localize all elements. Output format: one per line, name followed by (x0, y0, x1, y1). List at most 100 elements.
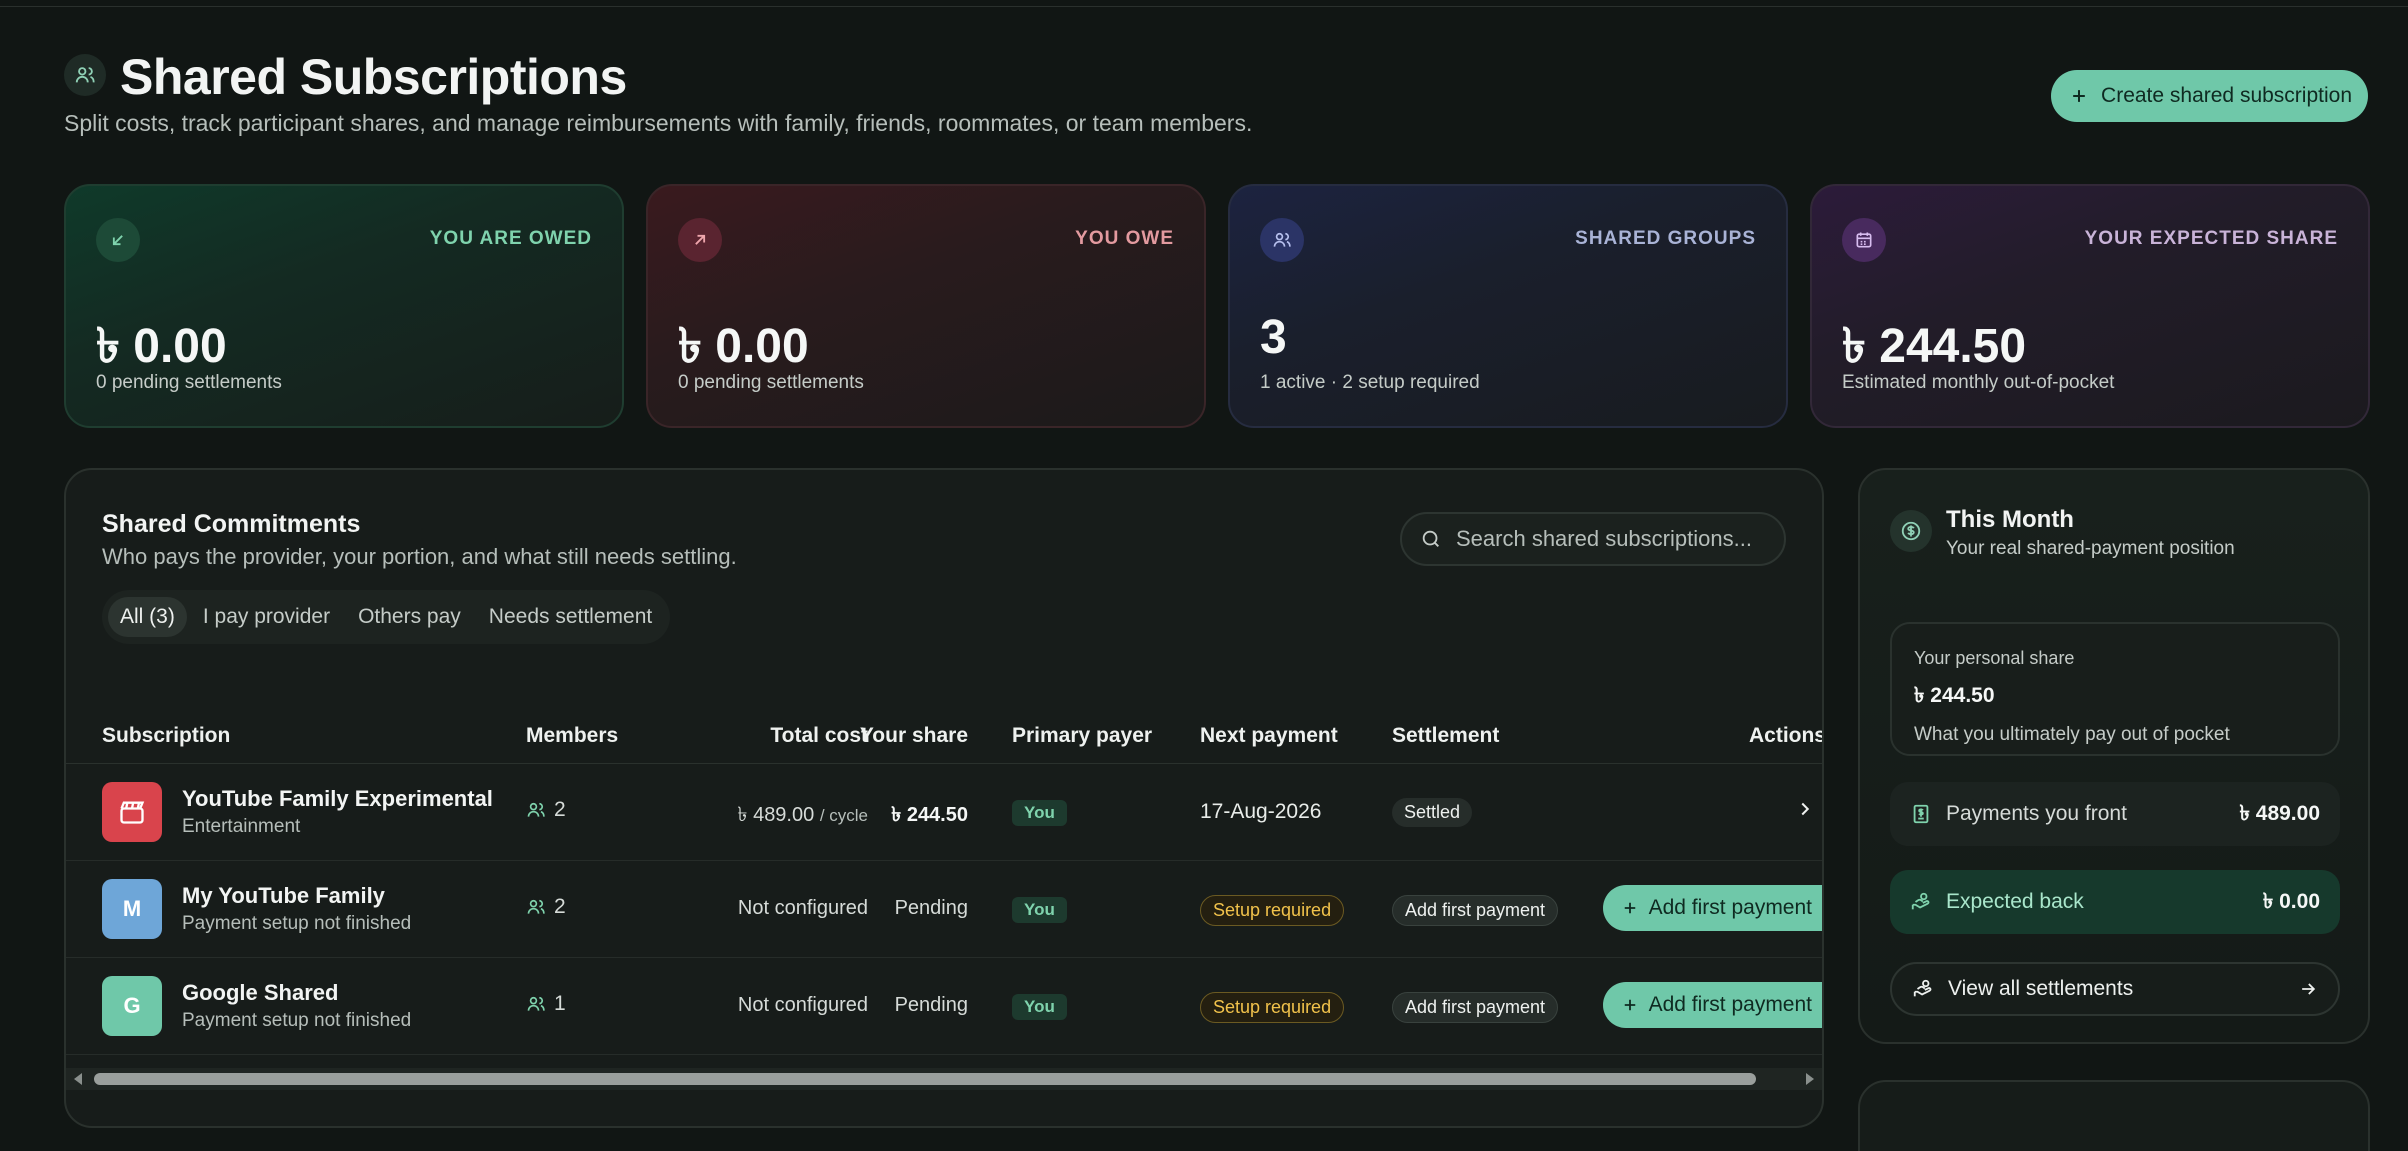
users-icon (527, 899, 545, 914)
page-subtitle: Split costs, track participant shares, a… (64, 110, 1253, 136)
stat-card-owed: YOU ARE OWED ৳ 0.00 0 pending settlement… (64, 184, 624, 428)
add-first-payment-button[interactable]: Add first payment (1602, 982, 1822, 1028)
scroll-left-arrow-icon[interactable] (74, 1073, 82, 1085)
chevron-right-icon[interactable] (1794, 798, 1816, 825)
add-first-payment-button[interactable]: Add first payment (1602, 885, 1822, 931)
subscription-name: My YouTube Family (182, 883, 385, 908)
calendar-icon (1842, 218, 1886, 262)
hand-coins-icon (1911, 892, 1930, 910)
arrow-right-icon (2302, 983, 2316, 995)
stat-label: YOU OWE (1075, 228, 1174, 249)
hand-coins-icon (1913, 979, 1932, 997)
horizontal-scrollbar[interactable] (66, 1068, 1822, 1090)
secondary-side-panel (1858, 1080, 2370, 1151)
plus-icon (2073, 90, 2085, 102)
side-panel-subtitle: Your real shared-payment position (1946, 538, 2235, 559)
commitments-table: Subscription Members Total cost Your sha… (66, 708, 1822, 1055)
personal-share-label: Your personal share (1914, 648, 2075, 668)
settlement-status-badge: Add first payment (1392, 895, 1559, 926)
column-members: Members (526, 724, 619, 747)
filter-all[interactable]: All (3) (108, 597, 187, 637)
plus-icon (1624, 999, 1635, 1011)
stat-card-expected-share: YOUR EXPECTED SHARE ৳ 244.50 Estimated m… (1810, 184, 2370, 428)
stat-value: 3 (1260, 311, 1287, 364)
stat-subtext: 0 pending settlements (678, 372, 864, 393)
view-all-label: View all settlements (1948, 977, 2134, 1000)
personal-share-note: What you ultimately pay out of pocket (1914, 724, 2230, 745)
plus-icon (1624, 902, 1635, 914)
subscription-avatar: M (102, 879, 162, 939)
total-cost: Not configured (737, 897, 868, 919)
arrow-down-left-icon (96, 218, 140, 262)
filter-i-pay-provider[interactable]: I pay provider (191, 597, 342, 637)
members-count: 2 (526, 798, 566, 822)
next-payment-date: 17-Aug-2026 (1200, 800, 1322, 823)
settlement-status-badge: Settled (1392, 798, 1473, 827)
scrollbar-thumb[interactable] (94, 1073, 1756, 1085)
primary-payer-badge: You (1012, 897, 1067, 923)
members-value: 2 (554, 895, 566, 918)
add-first-payment-label: Add first payment (1648, 993, 1812, 1016)
search-input[interactable]: Search shared subscriptions... (1400, 512, 1786, 566)
create-shared-subscription-button[interactable]: Create shared subscription (2051, 70, 2368, 122)
scroll-right-arrow-icon[interactable] (1806, 1073, 1814, 1085)
stat-label: SHARED GROUPS (1575, 228, 1756, 249)
total-cost: ৳ 489.00 / cycle (738, 800, 868, 833)
this-month-panel: This Month Your real shared-payment posi… (1858, 468, 2370, 1044)
total-cost-suffix: / cycle (819, 806, 868, 825)
subscription-name: YouTube Family Experimental (182, 786, 493, 811)
column-next-payment: Next payment (1200, 724, 1338, 747)
page-header: Shared Subscriptions Split costs, track … (64, 48, 2368, 148)
members-value: 2 (554, 798, 566, 821)
stat-label: YOU ARE OWED (429, 228, 592, 249)
table-header: Subscription Members Total cost Your sha… (66, 708, 1822, 764)
filter-needs-settlement[interactable]: Needs settlement (477, 597, 664, 637)
total-cost-value: ৳ 489.00 (737, 804, 815, 826)
subscription-category: Entertainment (182, 816, 301, 837)
column-primary-payer: Primary payer (1012, 724, 1153, 747)
settlement-status-badge: Add first payment (1392, 992, 1559, 1023)
filter-tabs: All (3) I pay provider Others pay Needs … (102, 590, 671, 644)
personal-share-box: Your personal share ৳ 244.50 What you ul… (1890, 622, 2340, 756)
expected-back-value: ৳ 0.00 (2262, 889, 2320, 913)
table-row[interactable]: YouTube Family Experimental Entertainmen… (66, 764, 1822, 861)
users-icon (527, 802, 545, 817)
setup-required-badge: Setup required (1200, 895, 1345, 926)
shared-commitments-panel: Shared Commitments Who pays the provider… (64, 468, 1824, 1128)
primary-payer-badge: You (1012, 800, 1067, 826)
users-icon (1260, 218, 1304, 262)
table-row[interactable]: G Google Shared Payment setup not finish… (66, 958, 1822, 1055)
stat-subtext: Estimated monthly out-of-pocket (1842, 372, 2115, 393)
arrow-up-right-icon (678, 218, 722, 262)
filter-others-pay[interactable]: Others pay (346, 597, 473, 637)
members-value: 1 (554, 992, 566, 1015)
users-icon (64, 54, 106, 96)
panel-subtitle: Who pays the provider, your portion, and… (102, 544, 737, 569)
subscription-category: Payment setup not finished (182, 1010, 412, 1031)
receipt-icon (1913, 804, 1929, 824)
members-count: 2 (526, 895, 566, 919)
members-count: 1 (526, 992, 566, 1016)
subscription-category: Payment setup not finished (182, 913, 412, 934)
column-settlement: Settlement (1392, 724, 1500, 747)
setup-required-badge: Setup required (1200, 992, 1345, 1023)
search-placeholder: Search shared subscriptions... (1456, 526, 1752, 551)
users-icon (527, 996, 545, 1011)
subscription-name: Google Shared (182, 980, 339, 1005)
view-all-settlements-button[interactable]: View all settlements (1890, 962, 2340, 1016)
column-subscription: Subscription (102, 724, 231, 747)
payments-front-value: ৳ 489.00 (2239, 801, 2320, 825)
your-share: Pending (894, 994, 968, 1016)
page-title: Shared Subscriptions (120, 49, 627, 105)
table-row[interactable]: M My YouTube Family Payment setup not fi… (66, 861, 1822, 958)
search-icon (1422, 530, 1439, 547)
expected-back-label: Expected back (1946, 890, 2084, 913)
column-total-cost: Total cost (770, 724, 868, 747)
add-first-payment-label: Add first payment (1648, 896, 1812, 919)
create-button-label: Create shared subscription (2101, 84, 2352, 107)
dollar-circle-icon (1890, 510, 1932, 552)
subscription-avatar: G (102, 976, 162, 1036)
stat-subtext: 0 pending settlements (96, 372, 282, 393)
your-share: Pending (894, 897, 968, 919)
panel-title: Shared Commitments (102, 510, 361, 538)
